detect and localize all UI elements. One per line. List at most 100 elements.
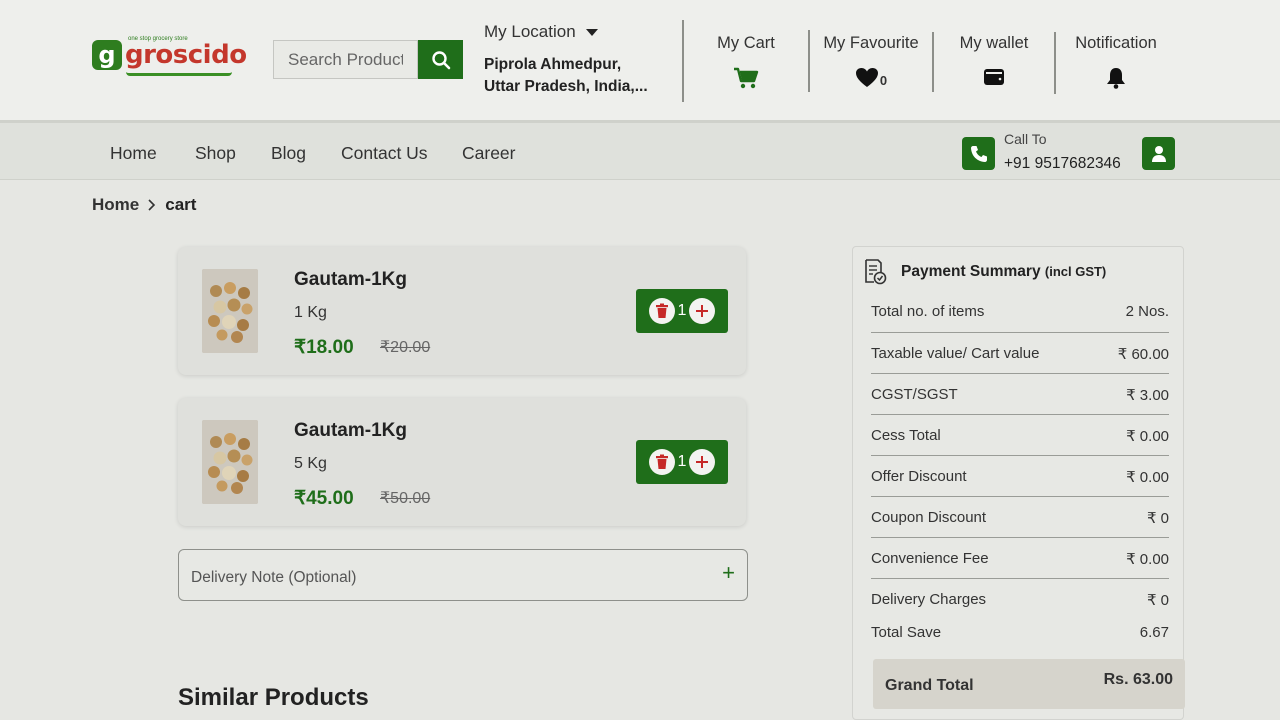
nav-blog[interactable]: Blog <box>271 143 306 164</box>
cart-item: Gautam-1Kg 5 Kg ₹45.00 ₹50.00 1 <box>178 398 746 526</box>
logo-wordmark: groscido <box>125 40 247 70</box>
product-price: ₹45.00 <box>294 488 354 509</box>
summary-row: Total Save 6.67 <box>871 612 1169 653</box>
summary-value: ₹ 0.00 <box>1126 551 1169 568</box>
payment-summary-gst-note: (incl GST) <box>1044 264 1107 279</box>
call-button[interactable] <box>962 137 995 170</box>
user-account-button[interactable] <box>1142 137 1175 170</box>
breadcrumb-current: cart <box>165 195 197 214</box>
payment-summary-title: Payment Summary <box>901 263 1041 280</box>
nav-shop[interactable]: Shop <box>195 143 236 164</box>
nav-home[interactable]: Home <box>110 143 157 164</box>
chevron-right-icon <box>148 199 156 211</box>
summary-row: CGST/SGST ₹ 3.00 <box>871 373 1169 414</box>
call-to-label: Call To <box>1004 131 1047 147</box>
location-label: My Location <box>484 22 576 41</box>
my-favourite-label: My Favourite <box>823 34 919 52</box>
cart-item: Gautam-1Kg 1 Kg ₹18.00 ₹20.00 1 <box>178 247 746 375</box>
main-navbar: Home Shop Blog Contact Us Career Call To… <box>0 120 1280 180</box>
expand-plus-icon[interactable]: + <box>722 560 735 586</box>
user-icon <box>1151 145 1166 162</box>
quantity-stepper: 1 <box>636 289 728 333</box>
location-selector[interactable]: My Location Piprola Ahmedpur, Uttar Prad… <box>484 22 669 98</box>
logo-swoosh <box>126 72 232 76</box>
quantity-stepper: 1 <box>636 440 728 484</box>
summary-value: 6.67 <box>1139 624 1169 641</box>
quantity-value: 1 <box>677 302 687 319</box>
summary-label: Total Save <box>871 624 942 641</box>
my-wallet-link[interactable]: My wallet <box>956 34 1032 86</box>
grand-total-label: Grand Total <box>885 677 974 694</box>
my-cart-label: My Cart <box>717 34 775 52</box>
header-divider <box>1054 32 1056 94</box>
product-unit: 1 Kg <box>294 304 327 321</box>
summary-value: ₹ 0.00 <box>1126 469 1169 486</box>
summary-label: Delivery Charges <box>871 591 987 608</box>
wallet-icon <box>984 69 1004 85</box>
summary-label: Offer Discount <box>871 468 967 485</box>
payment-summary-header: Payment Summary (incl GST) <box>863 259 1106 285</box>
product-unit: 5 Kg <box>294 455 327 472</box>
bell-icon <box>1107 68 1125 89</box>
breadcrumb-home[interactable]: Home <box>92 195 139 215</box>
plus-icon <box>696 456 709 468</box>
location-line-1: Piprola Ahmedpur, <box>484 56 622 73</box>
summary-value: ₹ 3.00 <box>1126 387 1169 404</box>
search-input[interactable] <box>273 40 418 79</box>
product-mrp: ₹50.00 <box>380 490 431 507</box>
breadcrumb: Home cart <box>92 195 196 215</box>
nav-career[interactable]: Career <box>462 143 516 164</box>
logo-tagline: one stop grocery store <box>128 36 188 42</box>
summary-value: 2 Nos. <box>1125 303 1169 320</box>
search-button[interactable] <box>418 40 463 79</box>
increase-quantity-button[interactable] <box>689 298 716 324</box>
remove-item-button[interactable] <box>648 298 675 324</box>
call-number[interactable]: +91 9517682346 <box>1004 155 1121 173</box>
favourite-count: 0 <box>879 73 888 88</box>
grand-total-row: Grand Total Rs. 63.00 <box>873 659 1185 709</box>
grand-total-value: Rs. 63.00 <box>1103 671 1173 688</box>
summary-label: CGST/SGST <box>871 386 958 403</box>
delivery-note-field[interactable]: Delivery Note (Optional) + <box>178 549 748 601</box>
trash-icon <box>655 303 668 318</box>
summary-label: Total no. of items <box>871 303 985 320</box>
summary-row: Cess Total ₹ 0.00 <box>871 414 1169 455</box>
trash-icon <box>655 454 668 469</box>
header-divider <box>932 32 934 92</box>
summary-row: Total no. of items 2 Nos. <box>871 291 1169 332</box>
search-bar <box>273 40 463 79</box>
header-divider <box>808 30 810 92</box>
summary-label: Coupon Discount <box>871 509 987 526</box>
product-name[interactable]: Gautam-1Kg <box>294 420 407 442</box>
summary-row: Offer Discount ₹ 0.00 <box>871 455 1169 496</box>
remove-item-button[interactable] <box>648 449 675 475</box>
summary-label: Taxable value/ Cart value <box>871 345 1040 362</box>
nav-contact-us[interactable]: Contact Us <box>341 143 428 164</box>
notification-label: Notification <box>1075 34 1157 52</box>
summary-row: Convenience Fee ₹ 0.00 <box>871 537 1169 578</box>
product-price: ₹18.00 <box>294 337 354 358</box>
summary-label: Convenience Fee <box>871 550 989 567</box>
receipt-icon <box>865 259 887 285</box>
summary-value: ₹ 0 <box>1146 592 1169 609</box>
header-divider <box>682 20 684 102</box>
summary-value: ₹ 0 <box>1146 510 1169 527</box>
similar-products-heading: Similar Products <box>178 684 369 711</box>
summary-value: ₹ 60.00 <box>1117 346 1169 363</box>
delivery-note-placeholder: Delivery Note (Optional) <box>191 569 357 586</box>
product-image[interactable] <box>202 269 258 353</box>
my-favourite-link[interactable]: My Favourite 0 <box>822 34 920 88</box>
groscido-logo[interactable]: one stop grocery store g groscido <box>92 36 247 76</box>
notification-link[interactable]: Notification <box>1070 34 1162 89</box>
summary-row: Taxable value/ Cart value ₹ 60.00 <box>871 332 1169 373</box>
product-image[interactable] <box>202 420 258 504</box>
my-wallet-label: My wallet <box>959 34 1029 52</box>
my-cart-link[interactable]: My Cart <box>712 34 780 89</box>
heart-icon <box>855 68 878 87</box>
logo-mark: g <box>92 40 122 70</box>
payment-summary-panel: Payment Summary (incl GST) Total no. of … <box>852 246 1185 720</box>
cart-icon <box>734 67 759 89</box>
product-name[interactable]: Gautam-1Kg <box>294 269 407 291</box>
phone-icon <box>970 145 987 162</box>
increase-quantity-button[interactable] <box>689 449 716 475</box>
